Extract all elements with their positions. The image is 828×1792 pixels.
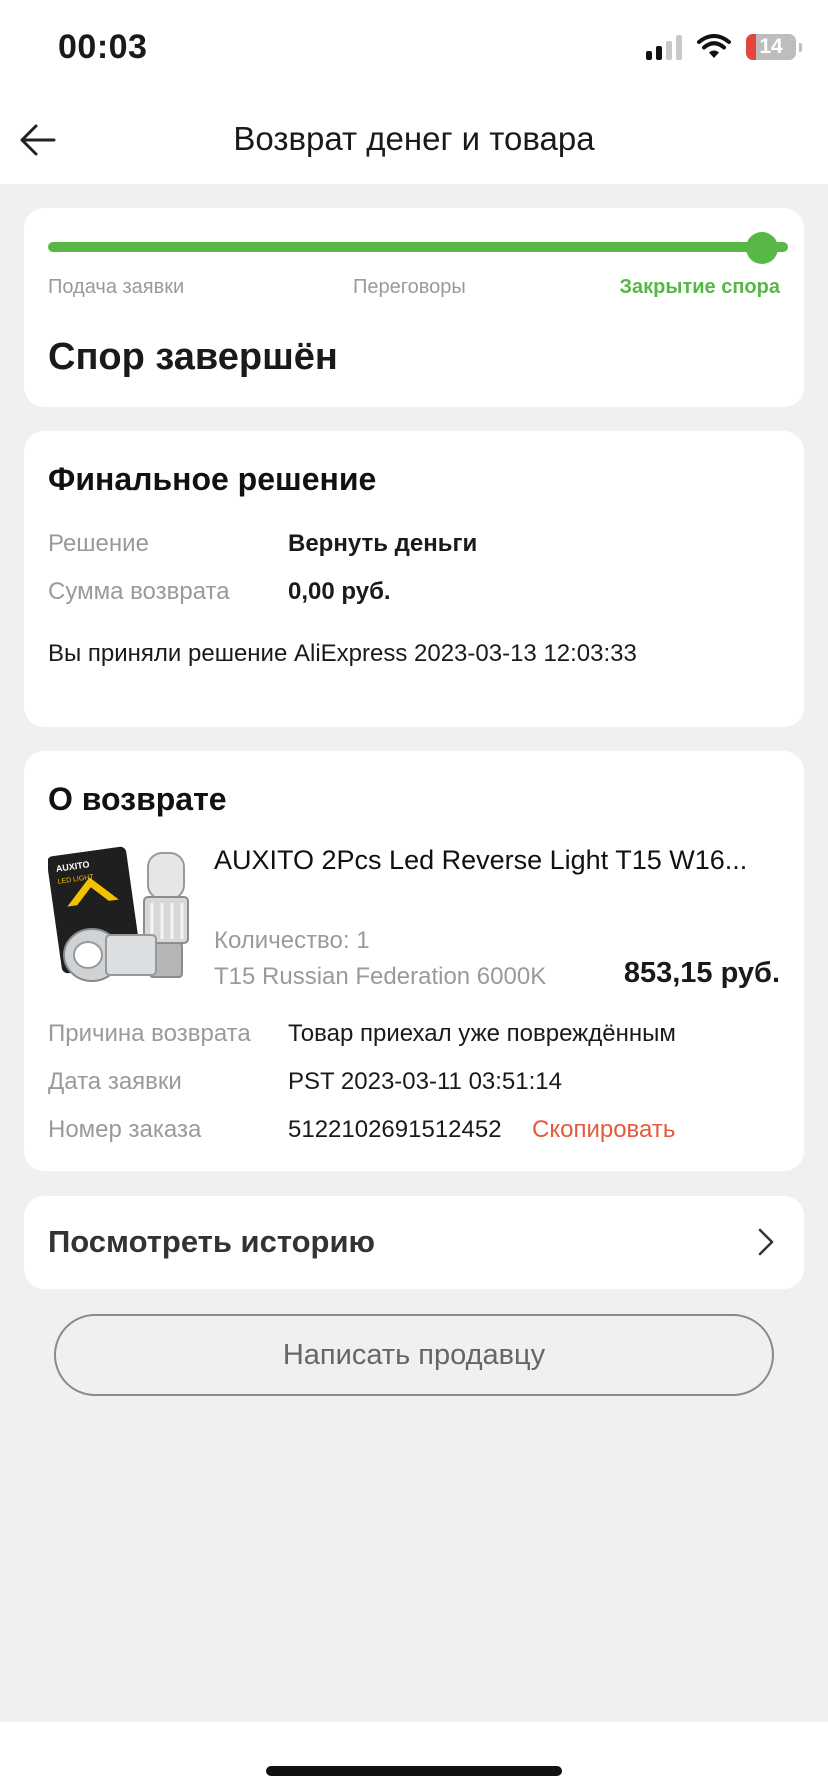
contact-seller-button[interactable]: Написать продавцу bbox=[54, 1314, 774, 1396]
dispute-status: Спор завершён bbox=[48, 336, 338, 378]
return-card: О возврате AUXITO LED LIGHT AUXITO 2Pcs … bbox=[24, 751, 804, 1171]
progress-card: Подача заявки Переговоры Закрытие спора … bbox=[24, 208, 804, 407]
view-history-button[interactable]: Посмотреть историю bbox=[24, 1196, 804, 1289]
product-price: 853,15 руб. bbox=[623, 957, 780, 989]
copy-order-number-link[interactable]: Скопировать bbox=[532, 1116, 675, 1144]
progress-knob bbox=[746, 232, 778, 264]
battery-icon: 14 bbox=[746, 34, 802, 60]
progress-bar bbox=[48, 242, 788, 252]
decision-card: Финальное решение Решение Вернуть деньги… bbox=[24, 431, 804, 727]
product-quantity: Количество: 1 bbox=[214, 927, 370, 954]
return-title: О возврате bbox=[48, 781, 227, 817]
battery-level: 14 bbox=[759, 35, 783, 58]
home-indicator[interactable] bbox=[266, 1766, 562, 1776]
return-reason-label: Причина возврата bbox=[48, 1020, 251, 1047]
request-date-label: Дата заявки bbox=[48, 1068, 182, 1095]
step-negotiation: Переговоры bbox=[353, 276, 466, 298]
return-reason-value: Товар приехал уже повреждённым bbox=[288, 1020, 676, 1047]
step-closing: Закрытие спора bbox=[619, 276, 781, 298]
product-image[interactable]: AUXITO LED LIGHT bbox=[48, 843, 218, 993]
order-number-label: Номер заказа bbox=[48, 1116, 202, 1143]
decision-title: Финальное решение bbox=[48, 461, 377, 497]
decision-note: Вы приняли решение AliExpress 2023-03-13… bbox=[48, 640, 637, 667]
status-bar: 00:03 14 bbox=[0, 0, 828, 100]
request-date-value: PST 2023-03-11 03:51:14 bbox=[288, 1068, 562, 1095]
home-indicator-area bbox=[0, 1722, 828, 1792]
refund-amount-value: 0,00 руб. bbox=[288, 578, 391, 605]
signal-icon bbox=[646, 34, 682, 60]
view-history-label: Посмотреть историю bbox=[48, 1224, 376, 1259]
status-time: 00:03 bbox=[58, 28, 148, 66]
product-title[interactable]: AUXITO 2Pcs Led Reverse Light T15 W16... bbox=[214, 845, 784, 876]
refund-amount-label: Сумма возврата bbox=[48, 578, 230, 605]
order-number-value: 5122102691512452 bbox=[288, 1116, 502, 1143]
step-submit: Подача заявки bbox=[48, 276, 185, 298]
nav-bar: Возврат денег и товара bbox=[0, 100, 828, 184]
decision-value: Вернуть деньги bbox=[288, 530, 478, 557]
product-variant: T15 Russian Federation 6000K bbox=[214, 963, 547, 990]
wifi-icon bbox=[697, 34, 731, 58]
chevron-right-icon bbox=[758, 1228, 774, 1256]
status-icons: 14 bbox=[646, 34, 802, 60]
page-title: Возврат денег и товара bbox=[233, 120, 595, 157]
decision-label: Решение bbox=[48, 530, 149, 557]
